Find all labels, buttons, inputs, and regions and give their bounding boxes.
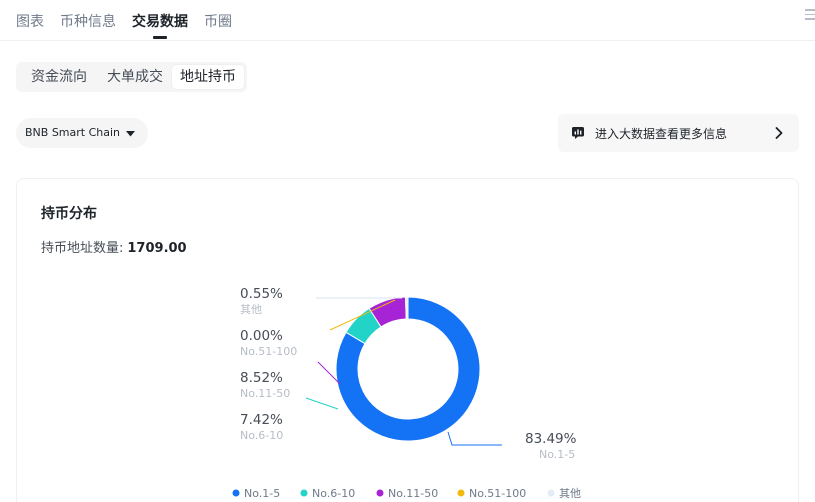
legend-label: No.1-5 <box>244 487 280 500</box>
legend-swatch <box>547 489 555 497</box>
slice-name-label: 其他 <box>240 303 262 316</box>
legend-label: 其他 <box>559 487 581 500</box>
slice-percent-label: 8.52% <box>240 370 283 386</box>
slice-name-label: No.11-50 <box>240 387 290 400</box>
slice-name-label: No.6-10 <box>240 429 283 442</box>
legend-label: No.11-50 <box>388 487 438 500</box>
slice-name-label: No.51-100 <box>240 345 297 358</box>
donut-slice <box>404 296 409 320</box>
holdings-donut-chart: 83.49%No.1-57.42%No.6-108.52%No.11-500.0… <box>232 286 581 500</box>
callout-line <box>305 397 339 410</box>
slice-percent-label: 83.49% <box>525 431 577 447</box>
slice-percent-label: 7.42% <box>240 412 283 428</box>
slice-percent-label: 0.00% <box>240 328 283 344</box>
legend-label: No.6-10 <box>312 487 355 500</box>
slice-percent-label: 0.55% <box>240 286 283 302</box>
legend-swatch <box>300 489 308 497</box>
legend-swatch <box>376 489 384 497</box>
legend-swatch <box>457 489 465 497</box>
legend-swatch <box>232 489 240 497</box>
slice-name-label: No.1-5 <box>539 448 575 461</box>
callout-line <box>447 431 502 446</box>
legend-label: No.51-100 <box>469 487 526 500</box>
